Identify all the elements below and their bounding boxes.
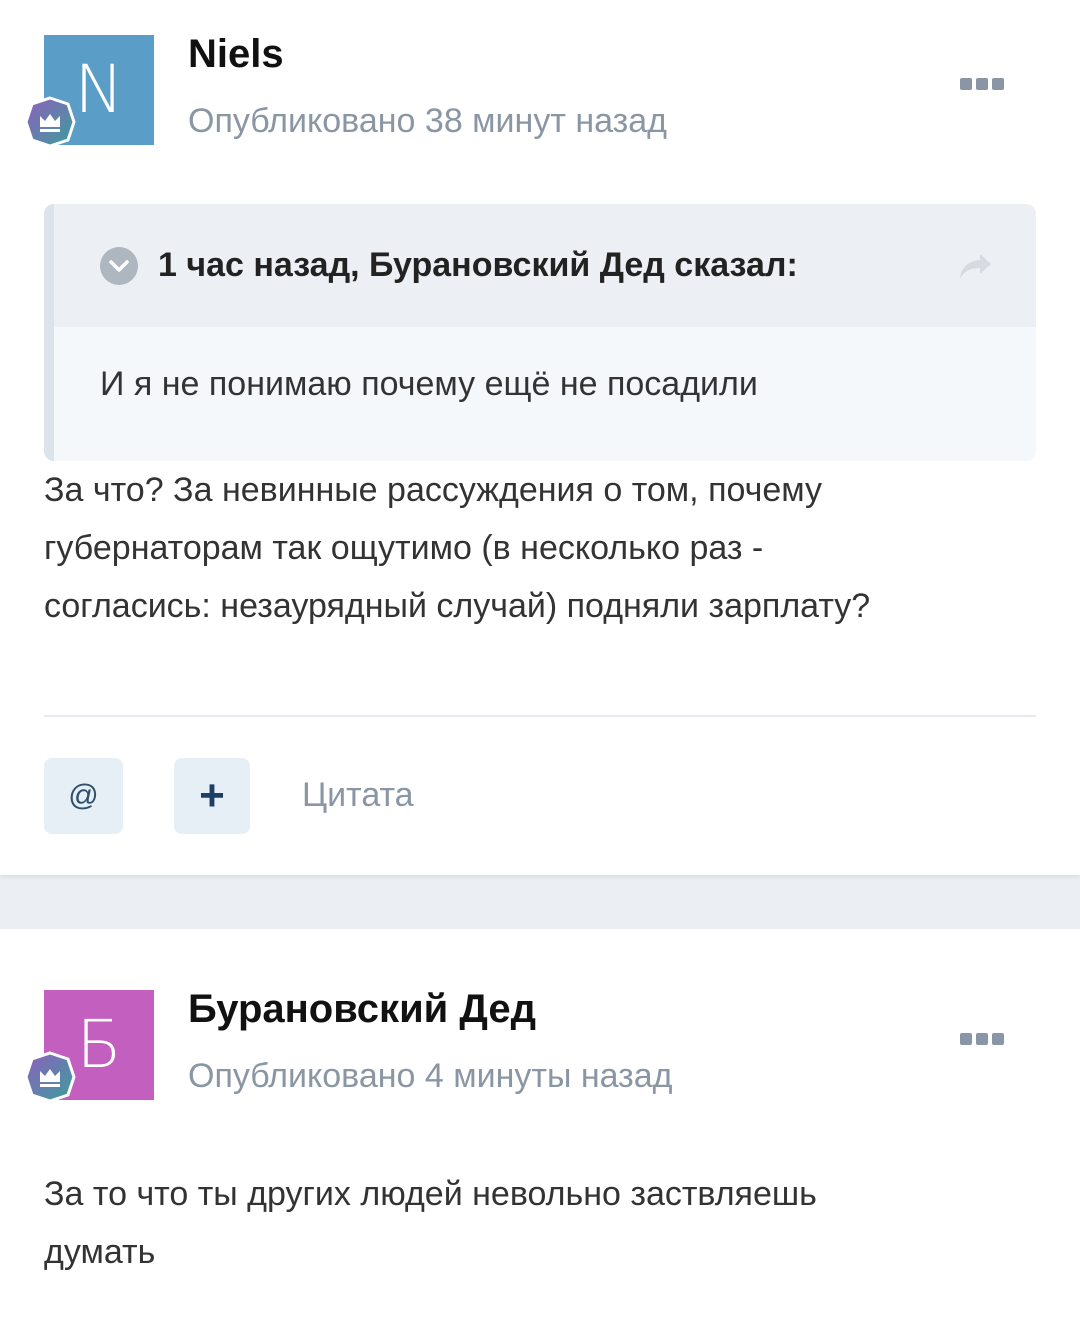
author-name[interactable]: Niels xyxy=(188,32,284,77)
author-name[interactable]: Бурановский Дед xyxy=(188,987,536,1032)
divider xyxy=(44,715,1036,717)
add-reaction-button[interactable]: + xyxy=(174,758,250,834)
mention-button[interactable]: @ xyxy=(44,758,123,834)
more-options-icon[interactable] xyxy=(960,1033,1004,1045)
text-line: губернаторам так ощутимо (в несколько ра… xyxy=(44,529,764,567)
quote-header[interactable]: 1 час назад, Бурановский Дед сказал: xyxy=(54,204,1036,327)
post-timestamp[interactable]: Опубликовано 4 минуты назад xyxy=(188,1057,673,1096)
post-niels: N Niels Опубликовано 38 минут назад 1 ча… xyxy=(0,0,1080,875)
quote-block: 1 час назад, Бурановский Дед сказал: И я… xyxy=(44,204,1036,461)
share-arrow-icon[interactable] xyxy=(958,250,994,282)
crown-badge-icon xyxy=(24,96,76,148)
post-content: За то что ты других людей невольно заств… xyxy=(44,1165,1036,1281)
post-content: За что? За невинные рассуждения о том, п… xyxy=(44,461,1036,635)
text-line: За что? За невинные рассуждения о том, п… xyxy=(44,471,823,509)
text-line: согласись: незаурядный случай) подняли з… xyxy=(44,587,871,625)
more-options-icon[interactable] xyxy=(960,78,1004,90)
post-timestamp[interactable]: Опубликовано 38 минут назад xyxy=(188,102,667,141)
text-line: думать xyxy=(44,1233,156,1271)
post-separator xyxy=(0,875,1080,929)
chevron-down-icon[interactable] xyxy=(100,246,138,285)
post-buranovsky: Б Бурановский Дед Опубликовано 4 минуты … xyxy=(0,929,1080,1333)
quote-title: 1 час назад, Бурановский Дед сказал: xyxy=(158,246,798,284)
crown-badge-icon xyxy=(24,1051,76,1103)
text-line: За то что ты других людей невольно заств… xyxy=(44,1175,817,1213)
quote-text: И я не понимаю почему ещё не посадили xyxy=(100,365,758,403)
quote-button[interactable]: Цитата xyxy=(302,776,414,815)
